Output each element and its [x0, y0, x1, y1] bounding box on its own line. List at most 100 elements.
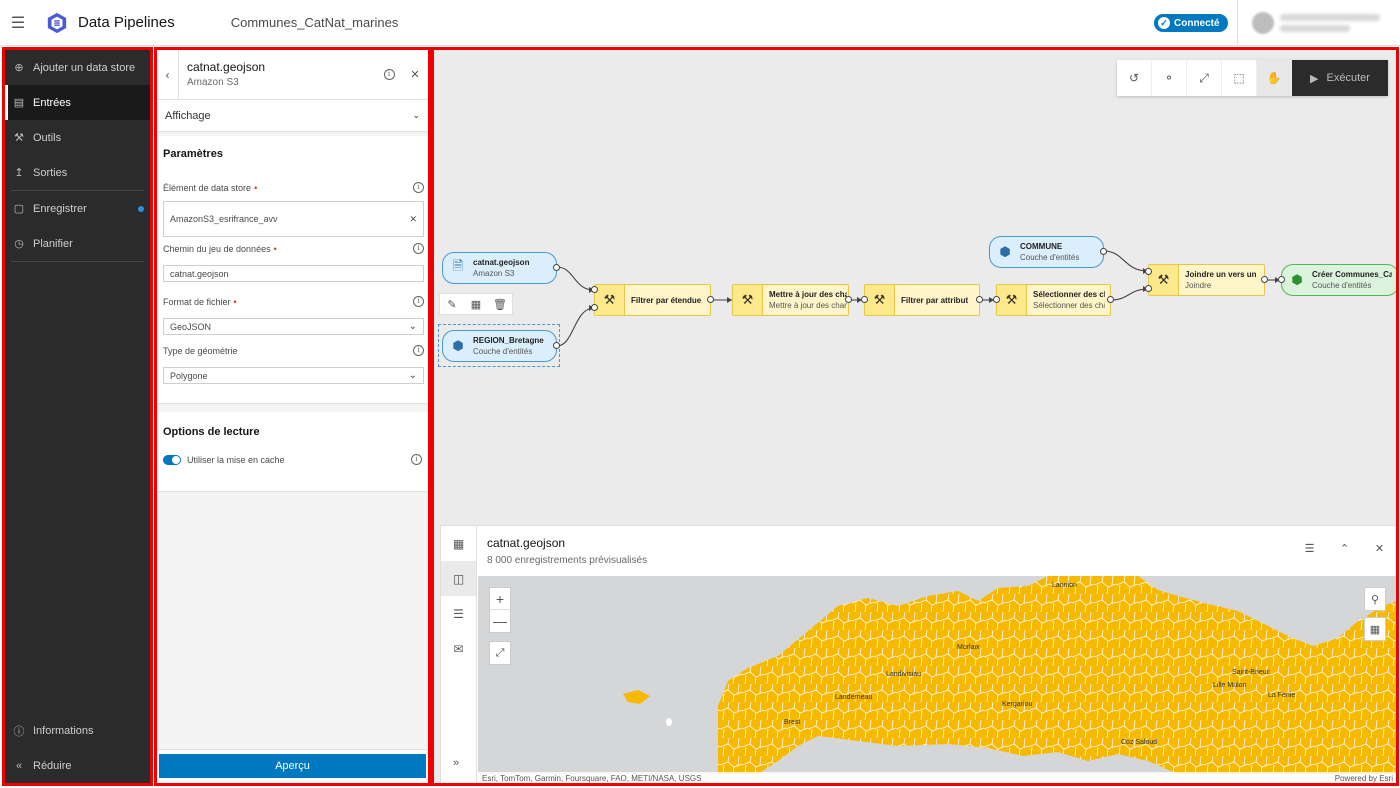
hammer-icon: ⚒ [997, 285, 1027, 315]
document-title[interactable]: Communes_CatNat_marines [231, 15, 399, 30]
node-actions: ✎ ▦ 🗑 [439, 293, 513, 315]
nav-add-data-store[interactable]: ⊕ Ajouter un data store [5, 50, 150, 85]
params-heading: Paramètres [163, 148, 223, 160]
layer-icon: ⬢ [1291, 272, 1303, 287]
node-join[interactable]: ⚒ Joindre un vers un Joindre [1148, 264, 1265, 296]
node-create-output[interactable]: ⬢ Créer Communes_Cat Couche d'entités [1281, 264, 1396, 296]
close-icon[interactable]: ✕ [402, 50, 428, 99]
info-icon: ⓘ [13, 725, 25, 738]
schema-icon[interactable]: ☰ [441, 596, 476, 631]
info-icon[interactable]: i [413, 296, 424, 307]
info-icon[interactable]: i [376, 50, 402, 99]
hammer-icon: ⚒ [865, 285, 895, 315]
preview-button[interactable]: Aperçu [159, 754, 426, 778]
close-icon[interactable]: ✕ [1362, 542, 1396, 555]
fit-extent-icon[interactable]: ⤢ [490, 642, 510, 664]
nav-collapse[interactable]: « Réduire [5, 748, 150, 783]
messages-icon[interactable]: ✉ [441, 631, 476, 666]
file-format-select[interactable]: GeoJSON ⌄ [163, 318, 424, 335]
city-label: Coz Saloud [1121, 739, 1158, 746]
expand-icon[interactable]: » [453, 757, 459, 769]
field-label: Élément de data store [163, 182, 252, 193]
avatar [1252, 12, 1274, 34]
user-menu[interactable] [1237, 0, 1400, 46]
city-label: Saint-Brieuc [1232, 669, 1271, 676]
nav-inputs[interactable]: ▤ Entrées [5, 85, 150, 120]
node-filter-attribute[interactable]: ⚒ Filtrer par attribut [864, 284, 980, 316]
data-store-item-field[interactable]: AmazonS3_esrifrance_avv ✕ [163, 201, 424, 237]
back-button[interactable]: ‹ [157, 50, 179, 99]
menu-icon[interactable]: ☰ [0, 13, 36, 33]
layer-icon: ⬢ [452, 338, 464, 353]
nav-schedule[interactable]: ◷ Planifier [5, 226, 150, 261]
zoom-out-button[interactable]: — [490, 610, 510, 632]
toggle-label: Utiliser la mise en cache [187, 454, 285, 465]
dataset-path-input[interactable]: catnat.geojson [163, 265, 424, 282]
status-label: Connecté [1174, 17, 1220, 29]
info-icon[interactable]: i [413, 182, 424, 193]
node-select-fields[interactable]: ⚒ Sélectionner des chan Sélectionner des … [996, 284, 1111, 316]
clear-icon[interactable]: ✕ [409, 214, 417, 225]
file-icon: 🗎 [452, 258, 464, 273]
preview-subtitle: 8 000 enregistrements prévisualisés [487, 555, 648, 566]
edit-icon[interactable]: ✎ [440, 294, 464, 314]
maximize-icon[interactable]: ⌃ [1327, 542, 1362, 555]
powered-by[interactable]: Powered by Esri [1335, 774, 1393, 783]
delete-icon[interactable]: 🗑 [488, 294, 512, 314]
connection-status-badge: ✓ Connecté [1154, 14, 1228, 32]
city-label: La Fenie [1268, 692, 1296, 699]
node-update-fields[interactable]: ⚒ Mettre à jour des chan Mettre à jour de… [732, 284, 849, 316]
panel-title: catnat.geojson [187, 60, 266, 74]
preview-panel: ▦ ◫ ☰ ✉ » catnat.geojson 8 000 enregistr… [440, 525, 1396, 783]
field-label: Type de géométrie [163, 345, 238, 356]
layer-icon: ⬢ [999, 244, 1011, 259]
app-title: Data Pipelines [78, 14, 175, 31]
node-name: Filtrer par étendue [631, 295, 702, 305]
nav-label: Informations [33, 724, 94, 737]
nav-label: Planifier [33, 237, 73, 250]
city-label: Lille Mulon [1213, 682, 1247, 689]
nav-label: Ajouter un data store [33, 61, 136, 74]
affichage-section[interactable]: Affichage ⌄ [157, 100, 428, 132]
chevron-down-icon: ⌄ [408, 321, 417, 332]
search-icon[interactable]: ⚲ [1365, 588, 1385, 610]
pipeline-canvas[interactable]: ↺ ⚬ ⤢ ⬚ ✋ ▶ Exécuter 🗎 catnat.geojson Am… [431, 47, 1399, 786]
cache-toggle[interactable] [163, 454, 181, 465]
node-sub: Amazon S3 [473, 269, 515, 278]
info-icon[interactable]: i [413, 345, 424, 356]
zoom-controls: + — [489, 587, 511, 633]
info-icon[interactable]: i [411, 454, 422, 465]
city-label: Landivisiau [886, 671, 922, 678]
zoom-in-button[interactable]: + [490, 588, 510, 610]
city-label: Lannion [1052, 582, 1077, 589]
node-sub: Couche d'entités [1020, 253, 1080, 262]
nav-label: Réduire [33, 759, 72, 772]
layers-icon[interactable]: ☰ [1292, 542, 1327, 555]
node-name: COMMUNE [1020, 242, 1063, 251]
parameters-section: Paramètres Élément de data store • i Amazo… [157, 136, 428, 404]
table-view-icon[interactable]: ▦ [441, 526, 476, 561]
nav-information[interactable]: ⓘ Informations [5, 713, 150, 748]
node-catnat-geojson[interactable]: 🗎 catnat.geojson Amazon S3 [442, 252, 557, 284]
preview-map[interactable]: Lannion Morlaix Landivisiau Landerneau B… [478, 576, 1396, 774]
map-view-icon[interactable]: ◫ [441, 561, 476, 596]
nav-tools[interactable]: ⚒ Outils [5, 120, 150, 155]
field-value: catnat.geojson [170, 268, 229, 279]
field-value: AmazonS3_esrifrance_avv [170, 214, 278, 224]
attribution-text: Esri, TomTom, Garmin, Foursquare, FAO, M… [482, 774, 702, 783]
node-sub: Mettre à jour des chan [769, 301, 847, 310]
field-label: Chemin du jeu de données [163, 243, 271, 254]
basemap-gallery-icon[interactable]: ▦ [1365, 618, 1385, 640]
geometry-type-select[interactable]: Polygone ⌄ [163, 367, 424, 384]
hammer-icon: ⚒ [1149, 265, 1179, 295]
info-icon[interactable]: i [413, 243, 424, 254]
database-icon: ▤ [13, 97, 25, 109]
nav-save[interactable]: ▢ Enregistrer [5, 191, 150, 226]
nav-outputs[interactable]: ↥ Sorties [5, 155, 150, 190]
node-region-bretagne[interactable]: ⬢ REGION_Bretagne Couche d'entités [442, 330, 557, 362]
calendar-icon: ◷ [14, 238, 24, 250]
left-navigation: ⊕ Ajouter un data store ▤ Entrées ⚒ Outils … [2, 47, 153, 786]
node-filter-extent[interactable]: ⚒ Filtrer par étendue [594, 284, 711, 316]
table-icon[interactable]: ▦ [464, 294, 488, 314]
node-commune[interactable]: ⬢ COMMUNE Couche d'entités [989, 236, 1104, 268]
